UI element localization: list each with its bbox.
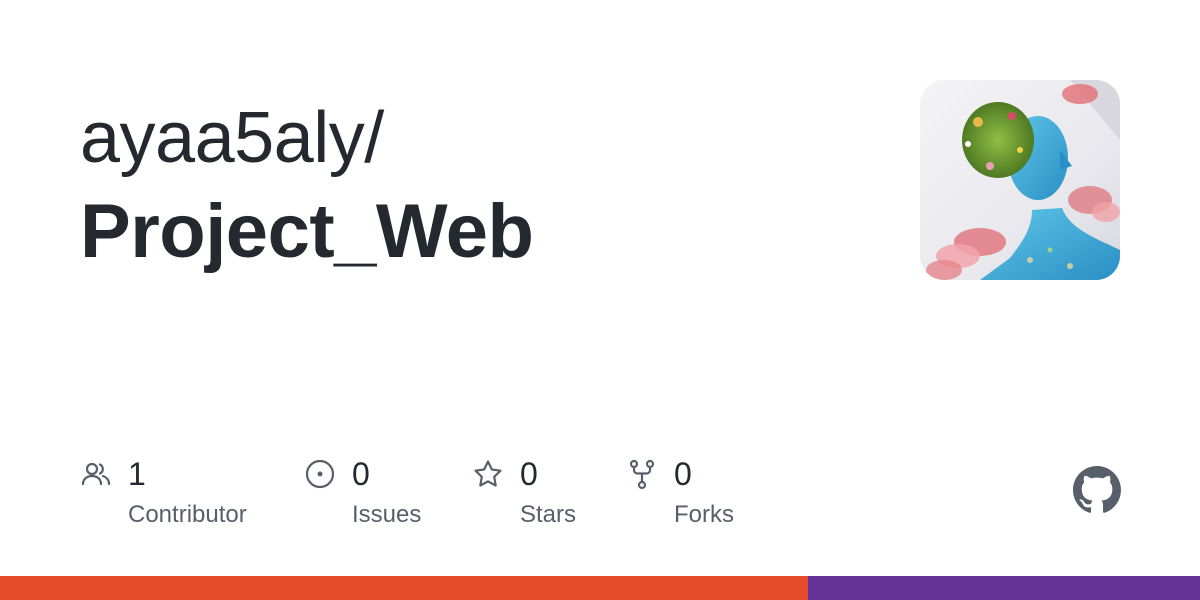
language-bar-segment <box>0 576 808 600</box>
issue-opened-icon <box>304 458 336 490</box>
github-mark-icon[interactable] <box>1073 466 1121 514</box>
repo-owner[interactable]: ayaa5aly/ <box>80 96 384 180</box>
forks-label: Forks <box>674 501 734 528</box>
language-bar-segment <box>808 576 1200 600</box>
avatar-image <box>920 80 1120 280</box>
star-icon <box>472 458 504 490</box>
repo-name[interactable]: Project_Web <box>80 188 534 276</box>
issues-count: 0 <box>352 456 370 492</box>
stars-label: Stars <box>520 501 577 528</box>
forks-count: 0 <box>674 456 692 492</box>
issues-label: Issues <box>352 501 422 528</box>
owner-avatar[interactable] <box>920 80 1120 280</box>
contributors-label: Contributor <box>128 501 247 528</box>
people-icon <box>80 458 112 490</box>
contributors-count: 1 <box>128 456 146 492</box>
repo-forked-icon <box>626 458 658 490</box>
stars-count: 0 <box>520 456 538 492</box>
